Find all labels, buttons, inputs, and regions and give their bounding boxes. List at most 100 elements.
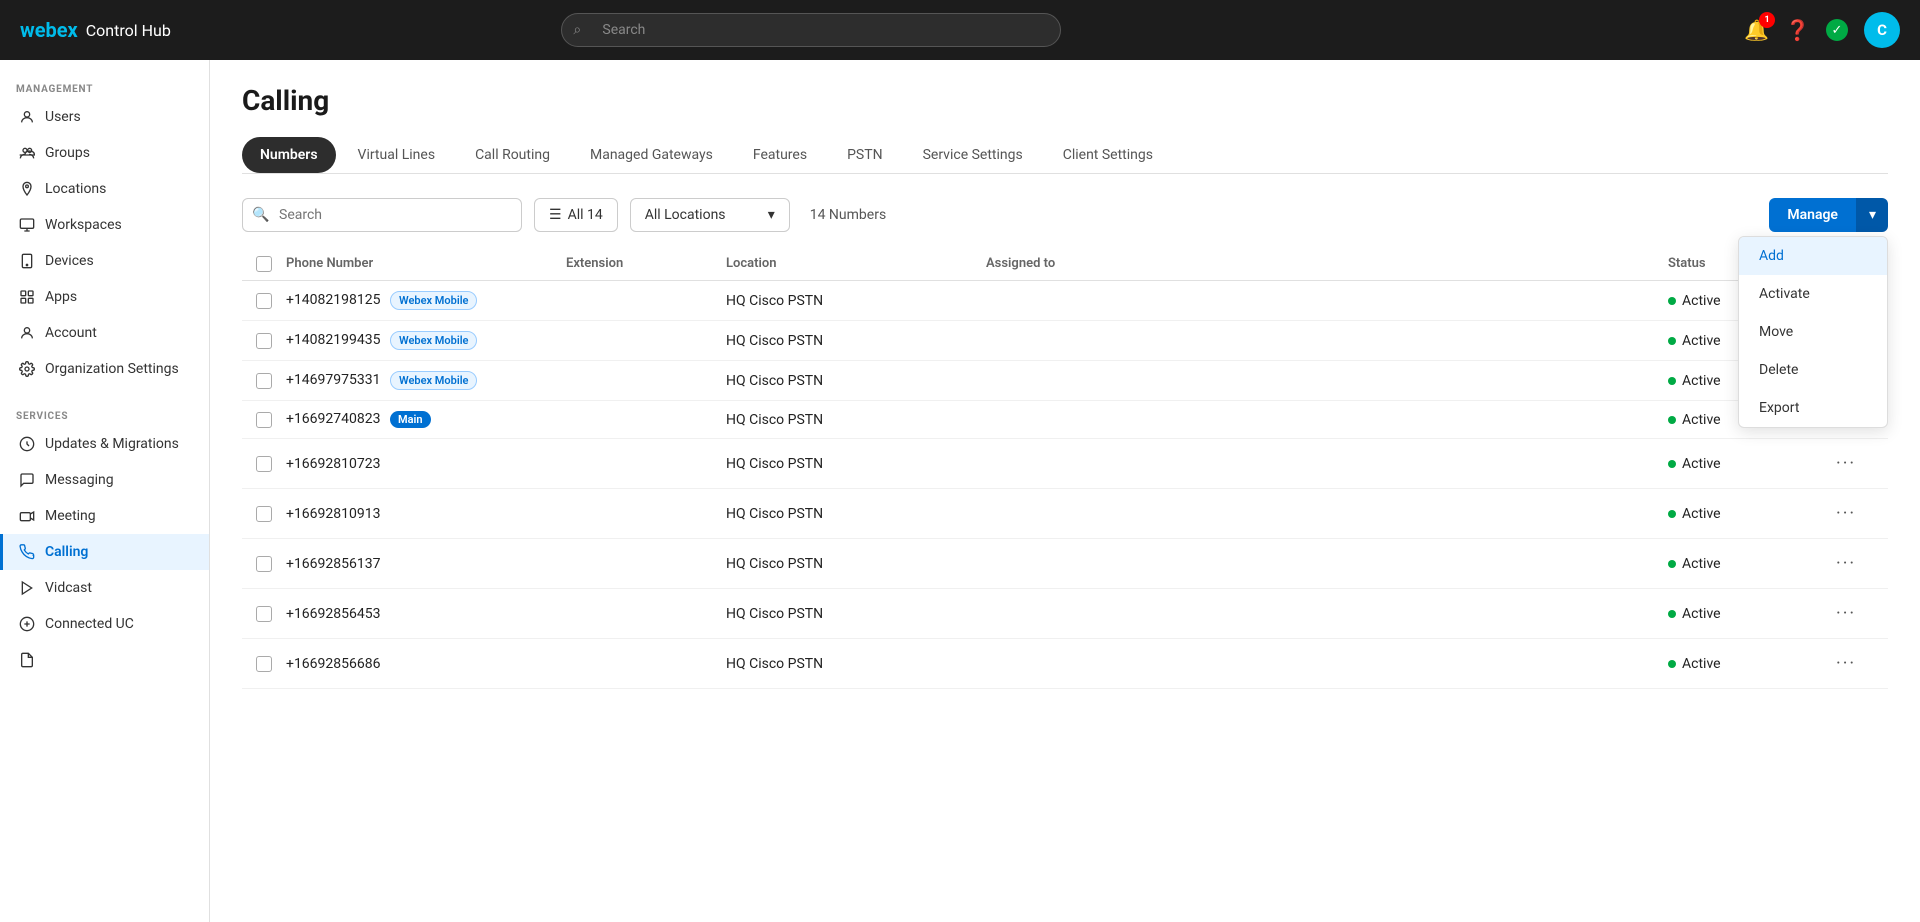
row-checkbox[interactable]	[256, 456, 272, 472]
row-checkbox-cell	[242, 606, 286, 622]
sidebar-item-groups[interactable]: Groups	[0, 135, 209, 171]
row-more-button[interactable]: ···	[1828, 499, 1864, 528]
filter-icon: ☰	[549, 207, 562, 223]
sidebar-item-locations[interactable]: Locations	[0, 171, 209, 207]
row-checkbox-cell	[242, 333, 286, 349]
status-dot-icon	[1668, 377, 1676, 385]
sidebar-item-workspaces[interactable]: Workspaces	[0, 207, 209, 243]
status-dot-icon	[1668, 297, 1676, 305]
header-checkbox-cell	[242, 256, 286, 272]
sidebar-item-calling[interactable]: Calling	[0, 534, 209, 570]
sidebar-item-account[interactable]: Account	[0, 315, 209, 351]
users-icon	[19, 109, 35, 125]
filter-button[interactable]: ☰ All 14	[534, 198, 618, 232]
row-status-text: Active	[1682, 606, 1721, 622]
table-row: +16692810723 HQ Cisco PSTN Active ···	[242, 439, 1888, 489]
notifications-icon[interactable]: 🔔 1	[1744, 18, 1769, 42]
sidebar-label-apps: Apps	[45, 289, 77, 305]
row-more-button[interactable]: ···	[1828, 599, 1864, 628]
help-icon[interactable]: ❓	[1785, 18, 1810, 42]
tab-numbers[interactable]: Numbers	[242, 137, 336, 173]
connected-uc-icon	[19, 616, 35, 632]
tab-managed-gateways[interactable]: Managed Gateways	[572, 137, 731, 173]
logo-webex[interactable]: webex	[20, 18, 78, 42]
dropdown-item-delete[interactable]: Delete	[1739, 351, 1887, 389]
avatar[interactable]: C	[1864, 12, 1900, 48]
row-checkbox[interactable]	[256, 606, 272, 622]
table-row: +16692856686 HQ Cisco PSTN Active ···	[242, 639, 1888, 689]
sidebar-label-vidcast: Vidcast	[45, 580, 92, 596]
row-checkbox[interactable]	[256, 656, 272, 672]
manage-dropdown-toggle[interactable]: ▾	[1856, 198, 1888, 232]
row-location: HQ Cisco PSTN	[726, 333, 986, 349]
row-phone: +16692856686	[286, 656, 566, 672]
manage-button: Manage ▾	[1769, 198, 1888, 232]
sidebar-item-users[interactable]: Users	[0, 99, 209, 135]
dropdown-item-add[interactable]: Add	[1739, 237, 1887, 275]
row-checkbox[interactable]	[256, 556, 272, 572]
tab-service-settings[interactable]: Service Settings	[905, 137, 1041, 173]
row-phone-number: +14082199435	[286, 332, 381, 348]
sidebar-label-account: Account	[45, 325, 97, 341]
row-phone-number: +16692856453	[286, 606, 381, 622]
row-checkbox[interactable]	[256, 293, 272, 309]
number-search-input[interactable]	[242, 198, 522, 232]
filter-label: All 14	[568, 207, 603, 223]
row-checkbox[interactable]	[256, 333, 272, 349]
messaging-icon	[19, 472, 35, 488]
row-more-button[interactable]: ···	[1828, 549, 1864, 578]
manage-button-wrap: Manage ▾ Add Activate Move Delete Export	[1769, 198, 1888, 232]
col-phone-number: Phone Number	[286, 256, 566, 272]
sidebar-item-messaging[interactable]: Messaging	[0, 462, 209, 498]
row-more-button[interactable]: ···	[1828, 649, 1864, 678]
logo-area: webex Control Hub	[20, 18, 220, 42]
row-checkbox[interactable]	[256, 412, 272, 428]
header-checkbox[interactable]	[256, 256, 272, 272]
row-status: Active	[1668, 656, 1828, 672]
dropdown-item-move[interactable]: Move	[1739, 313, 1887, 351]
row-phone: +16692810723	[286, 456, 566, 472]
search-input[interactable]	[561, 13, 1061, 47]
tab-features[interactable]: Features	[735, 137, 825, 173]
sidebar-item-connected-uc[interactable]: Connected UC	[0, 606, 209, 642]
sidebar-item-vidcast[interactable]: Vidcast	[0, 570, 209, 606]
row-location: HQ Cisco PSTN	[726, 412, 986, 428]
tabs-bar: Numbers Virtual Lines Call Routing Manag…	[242, 137, 1888, 174]
dropdown-item-activate[interactable]: Activate	[1739, 275, 1887, 313]
row-tag: Webex Mobile	[390, 331, 478, 350]
row-more-button[interactable]: ···	[1828, 449, 1864, 478]
sidebar-item-reports[interactable]	[0, 642, 209, 678]
row-phone-number: +16692810913	[286, 506, 381, 522]
main-layout: MANAGEMENT Users Groups Locations Worksp…	[0, 60, 1920, 922]
sidebar-item-meeting[interactable]: Meeting	[0, 498, 209, 534]
logo-control-hub: Control Hub	[86, 21, 171, 40]
sidebar-label-updates: Updates & Migrations	[45, 436, 179, 452]
location-label: All Locations	[645, 207, 726, 223]
tab-call-routing[interactable]: Call Routing	[457, 137, 568, 173]
tab-client-settings[interactable]: Client Settings	[1045, 137, 1171, 173]
sidebar-item-org-settings[interactable]: Organization Settings	[0, 351, 209, 387]
location-selector[interactable]: All Locations ▾	[630, 198, 790, 232]
sidebar-label-meeting: Meeting	[45, 508, 96, 524]
tab-pstn[interactable]: PSTN	[829, 137, 901, 173]
apps-icon	[19, 289, 35, 305]
sidebar-item-apps[interactable]: Apps	[0, 279, 209, 315]
sidebar-label-org-settings: Organization Settings	[45, 361, 179, 377]
row-status-text: Active	[1682, 556, 1721, 572]
status-dot-icon	[1668, 337, 1676, 345]
row-status: Active	[1668, 556, 1828, 572]
dropdown-item-export[interactable]: Export	[1739, 389, 1887, 427]
row-checkbox[interactable]	[256, 373, 272, 389]
sidebar-label-messaging: Messaging	[45, 472, 114, 488]
manage-main-button[interactable]: Manage	[1769, 198, 1856, 232]
tab-virtual-lines[interactable]: Virtual Lines	[340, 137, 454, 173]
row-actions: ···	[1828, 549, 1888, 578]
sidebar-item-updates[interactable]: Updates & Migrations	[0, 426, 209, 462]
row-phone-number: +14082198125	[286, 292, 381, 308]
row-phone: +14697975331 Webex Mobile	[286, 371, 566, 390]
sidebar-item-devices[interactable]: Devices	[0, 243, 209, 279]
top-nav: webex Control Hub ⌕ 🔔 1 ❓ ✓ C	[0, 0, 1920, 60]
updates-icon	[19, 436, 35, 452]
table-row: +14082199435 Webex Mobile HQ Cisco PSTN …	[242, 321, 1888, 361]
row-checkbox[interactable]	[256, 506, 272, 522]
